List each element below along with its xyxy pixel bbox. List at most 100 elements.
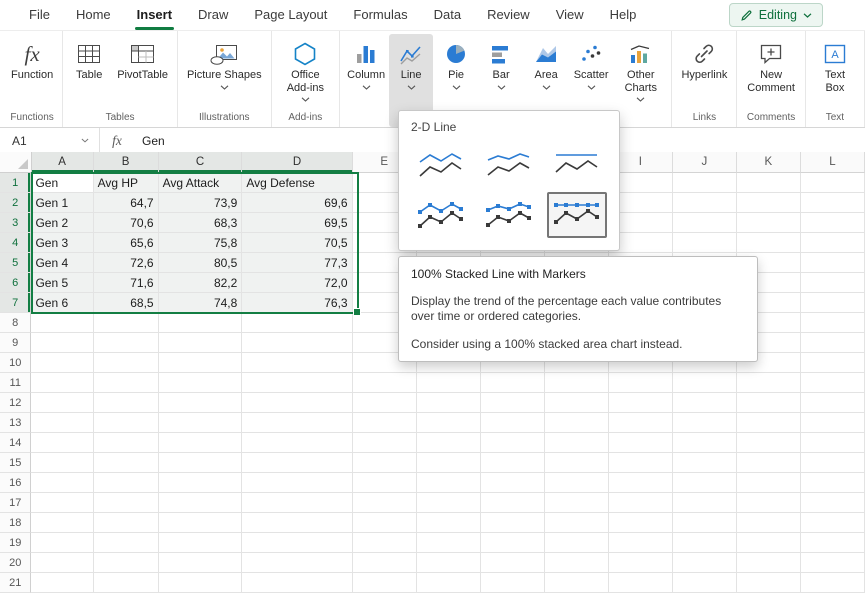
cell-C5[interactable]: 80,5: [159, 253, 243, 273]
cell-H14[interactable]: [545, 433, 609, 453]
cell-C7[interactable]: 74,8: [159, 293, 243, 313]
row-header-14[interactable]: 14: [0, 433, 31, 453]
row-header-5[interactable]: 5: [0, 253, 31, 273]
cell-C20[interactable]: [159, 553, 243, 573]
cell-F18[interactable]: [417, 513, 481, 533]
cell-A2[interactable]: Gen 1: [31, 193, 93, 213]
cell-J15[interactable]: [673, 453, 737, 473]
function-button[interactable]: fx Function: [6, 34, 58, 112]
cell-I17[interactable]: [609, 493, 673, 513]
menu-tab-view[interactable]: View: [543, 0, 597, 30]
cell-L17[interactable]: [801, 493, 865, 513]
cell-B12[interactable]: [94, 393, 159, 413]
menu-tab-home[interactable]: Home: [63, 0, 124, 30]
cell-C4[interactable]: 75,8: [159, 233, 243, 253]
column-header-D[interactable]: D: [242, 152, 352, 173]
cell-F16[interactable]: [417, 473, 481, 493]
cell-A10[interactable]: [31, 353, 93, 373]
cell-F13[interactable]: [417, 413, 481, 433]
cell-C10[interactable]: [159, 353, 243, 373]
cell-B1[interactable]: Avg HP: [94, 173, 159, 193]
cell-B4[interactable]: 65,6: [94, 233, 159, 253]
cell-K14[interactable]: [737, 433, 801, 453]
row-header-19[interactable]: 19: [0, 533, 31, 553]
cell-I11[interactable]: [609, 373, 673, 393]
cell-A17[interactable]: [31, 493, 93, 513]
cell-E19[interactable]: [353, 533, 417, 553]
cell-K18[interactable]: [737, 513, 801, 533]
cell-A1[interactable]: Gen: [31, 173, 93, 193]
cell-L2[interactable]: [801, 193, 865, 213]
cell-G13[interactable]: [481, 413, 545, 433]
cell-I18[interactable]: [609, 513, 673, 533]
cell-A7[interactable]: Gen 6: [31, 293, 93, 313]
cell-C11[interactable]: [159, 373, 243, 393]
cell-C16[interactable]: [159, 473, 243, 493]
cell-A16[interactable]: [31, 473, 93, 493]
cell-B18[interactable]: [94, 513, 159, 533]
cell-L21[interactable]: [801, 573, 865, 593]
cell-L4[interactable]: [801, 233, 865, 253]
new-comment-button[interactable]: New Comment: [741, 34, 801, 112]
cell-D21[interactable]: [242, 573, 352, 593]
fill-handle[interactable]: [353, 308, 361, 316]
cell-K16[interactable]: [737, 473, 801, 493]
column-header-C[interactable]: C: [159, 152, 243, 173]
cell-L15[interactable]: [801, 453, 865, 473]
cell-D18[interactable]: [242, 513, 352, 533]
column-header-K[interactable]: K: [737, 152, 801, 173]
cell-J11[interactable]: [673, 373, 737, 393]
cell-B20[interactable]: [94, 553, 159, 573]
row-header-20[interactable]: 20: [0, 553, 31, 573]
cell-B13[interactable]: [94, 413, 159, 433]
cell-F19[interactable]: [417, 533, 481, 553]
cell-J18[interactable]: [673, 513, 737, 533]
menu-tab-review[interactable]: Review: [474, 0, 543, 30]
cell-D2[interactable]: 69,6: [242, 193, 352, 213]
cell-H19[interactable]: [545, 533, 609, 553]
cell-A11[interactable]: [31, 373, 93, 393]
row-header-15[interactable]: 15: [0, 453, 31, 473]
cell-L6[interactable]: [801, 273, 865, 293]
cell-H18[interactable]: [545, 513, 609, 533]
cell-H17[interactable]: [545, 493, 609, 513]
chart-type-stacked-line-with-markers[interactable]: [479, 192, 539, 238]
cell-H16[interactable]: [545, 473, 609, 493]
cell-D16[interactable]: [242, 473, 352, 493]
cell-L14[interactable]: [801, 433, 865, 453]
cell-F11[interactable]: [417, 373, 481, 393]
pivottable-button[interactable]: PivotTable: [112, 34, 173, 112]
cell-B5[interactable]: 72,6: [94, 253, 159, 273]
cell-H13[interactable]: [545, 413, 609, 433]
cell-B11[interactable]: [94, 373, 159, 393]
cell-G18[interactable]: [481, 513, 545, 533]
row-header-12[interactable]: 12: [0, 393, 31, 413]
cell-K20[interactable]: [737, 553, 801, 573]
column-header-B[interactable]: B: [94, 152, 159, 173]
cell-D3[interactable]: 69,5: [242, 213, 352, 233]
chart-type-100-stacked-line[interactable]: [547, 142, 607, 188]
editing-mode-button[interactable]: Editing: [729, 3, 823, 27]
cell-K19[interactable]: [737, 533, 801, 553]
row-header-7[interactable]: 7: [0, 293, 31, 313]
cell-D13[interactable]: [242, 413, 352, 433]
cell-E21[interactable]: [353, 573, 417, 593]
row-header-1[interactable]: 1: [0, 173, 31, 193]
cell-J17[interactable]: [673, 493, 737, 513]
cell-A19[interactable]: [31, 533, 93, 553]
cell-D15[interactable]: [242, 453, 352, 473]
cell-B8[interactable]: [94, 313, 159, 333]
cell-C21[interactable]: [159, 573, 243, 593]
cell-L19[interactable]: [801, 533, 865, 553]
cell-L10[interactable]: [801, 353, 865, 373]
cell-D6[interactable]: 72,0: [242, 273, 352, 293]
cell-I20[interactable]: [609, 553, 673, 573]
menu-tab-file[interactable]: File: [16, 0, 63, 30]
cell-A21[interactable]: [31, 573, 93, 593]
cell-F15[interactable]: [417, 453, 481, 473]
cell-I14[interactable]: [609, 433, 673, 453]
row-header-11[interactable]: 11: [0, 373, 31, 393]
cell-B10[interactable]: [94, 353, 159, 373]
cell-D20[interactable]: [242, 553, 352, 573]
cell-L3[interactable]: [801, 213, 865, 233]
